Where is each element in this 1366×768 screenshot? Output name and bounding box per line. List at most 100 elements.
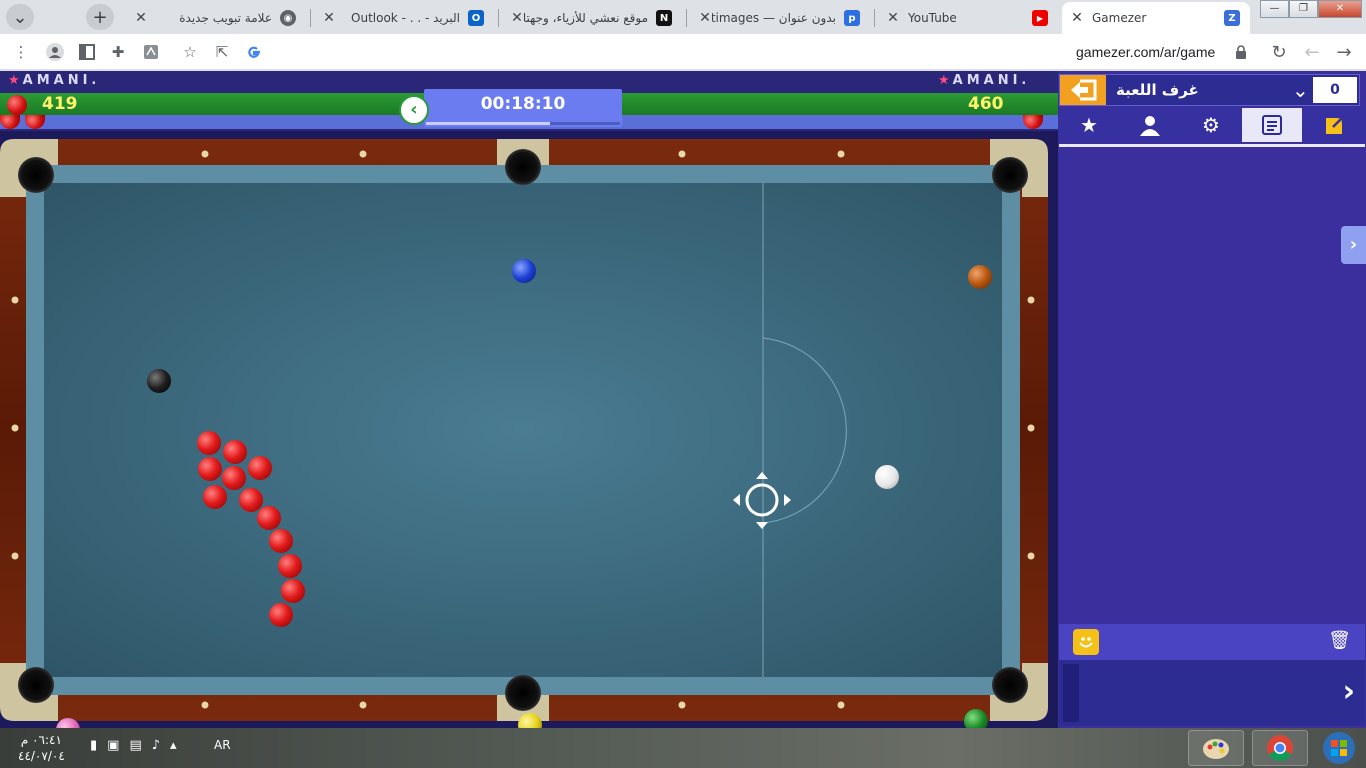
tab-n-site[interactable]: ✕ موقع نعشي للأزياء، وجهتك الأو N [502,2,682,34]
lock-icon[interactable] [1230,41,1252,63]
network-icon[interactable]: ▣ [107,738,119,753]
address-bar-url[interactable]: gamezer.com/ar/game [1076,44,1215,60]
player-left-score: 419 [42,94,78,114]
red-ball [203,485,227,509]
tab-search-button[interactable]: ⌄ [6,4,34,30]
forward-icon[interactable]: ← [1301,41,1323,63]
new-tab-button[interactable]: + [86,4,114,30]
new-tab-label: + [92,6,108,28]
player-right-name: ★ AMANI. [938,73,1030,88]
close-icon[interactable]: ✕ [134,10,148,26]
minimize-button[interactable]: — [1260,0,1289,18]
move-cursor-icon [732,471,792,531]
white-ball[interactable] [875,465,899,489]
start-button[interactable] [1318,728,1360,768]
tab-players[interactable] [1120,108,1180,142]
black-ball [147,369,171,393]
tab-chat[interactable] [1242,108,1302,142]
paint-app-button[interactable] [1188,730,1244,766]
player-right-score: 460 [968,94,1004,114]
close-icon[interactable]: ✕ [886,10,900,26]
pdf-extension-icon[interactable] [140,41,162,63]
volume-icon[interactable]: ♪ [152,738,160,753]
send-arrow-button[interactable]: › [1343,674,1355,709]
tab-new-tab[interactable]: ✕ علامة تبويب جديدة ◉ [126,2,306,34]
side-panel-icon[interactable] [76,41,98,63]
collapse-panel-button[interactable]: › [1341,226,1366,264]
google-icon[interactable] [243,41,265,63]
table-graphic [0,139,1048,721]
game-area: ★ AMANI. ★ AMANI. 419 460 00:18:10 ‹ [0,71,1058,742]
player-left-name-text: AMANI. [22,73,101,88]
tab-separator [874,9,875,27]
share-icon[interactable]: ⇱ [211,41,233,63]
tab-title: YouTube [908,11,957,25]
battery-icon[interactable]: ▤ [129,738,141,753]
emoji-button[interactable] [1073,629,1099,655]
outlook-favicon-icon: O [468,10,484,26]
side-panel-tabs: ★ ⚙ [1059,108,1366,142]
close-icon[interactable]: ✕ [322,10,336,26]
tab-separator [310,9,311,27]
timer-progress-fill [426,122,551,125]
close-icon[interactable]: ✕ [698,10,712,26]
tab-title: بدون عنوان — Postimages [712,11,836,25]
side-panel: غرف اللعبة ⌄ 0 ★ ⚙ › 🗑 › [1058,71,1366,728]
tab-title: علامة تبويب جديدة [179,11,272,25]
player-right-name-text: AMANI. [952,73,1031,88]
tab-gamezer[interactable]: ✕ Gamezer Z [1062,2,1250,34]
restore-button[interactable]: ❐ [1289,0,1318,18]
gamezer-favicon-icon: Z [1224,10,1240,26]
gear-icon: ⚙ [1202,113,1220,137]
back-icon[interactable]: → [1333,41,1355,63]
tab-postimages[interactable]: ✕ بدون عنوان — Postimages p [690,2,870,34]
system-clock[interactable]: ٠٦:٤١ م ٤٤/٠٧/٠٤ [18,732,65,764]
close-icon[interactable]: ✕ [510,10,524,26]
tab-outlook[interactable]: ✕ البريد - . . - Outlook O [314,2,494,34]
window-close-button[interactable]: ✕ [1318,0,1362,18]
tab-title: البريد - . . - Outlook [351,11,460,25]
red-ball [269,529,293,553]
exit-room-button[interactable] [1060,75,1106,105]
tab-favorites[interactable]: ★ [1059,108,1119,142]
n-favicon-icon: N [656,10,672,26]
smiley-icon [1079,637,1093,648]
chat-icon [1262,115,1282,135]
chat-input-area: › [1059,660,1365,726]
browser-toolbar: ⋮ ✚ ☆ ⇱ gamezer.com/ar/game ↻ ← → [0,34,1366,70]
clock-time: ٠٦:٤١ م [20,733,62,747]
star-icon: ★ [1080,113,1098,137]
red-ball [248,456,272,480]
language-indicator[interactable]: AR [214,738,231,752]
chevron-down-icon[interactable]: ⌄ [1292,78,1309,102]
tab-settings[interactable]: ⚙ [1181,108,1241,142]
chat-toolbar: 🗑 [1059,624,1365,660]
chrome-favicon-icon: ◉ [280,10,296,26]
close-icon[interactable]: ✕ [1070,10,1084,26]
red-ball [222,466,246,490]
tab-title: موقع نعشي للأزياء، وجهتك الأو [524,11,648,25]
chrome-app-button[interactable] [1252,730,1308,766]
bookmark-star-icon[interactable]: ☆ [179,41,201,63]
trash-icon[interactable]: 🗑 [1328,630,1351,651]
tab-popout[interactable] [1305,108,1365,142]
chat-input-field[interactable] [1063,664,1079,722]
signal-icon[interactable]: ▮ [90,738,97,753]
game-timer: 00:18:10 [424,89,622,127]
menu-icon[interactable]: ⋮ [10,41,32,63]
game-rooms-title: غرف اللعبة [1116,81,1199,99]
red-ball [278,554,302,578]
postimages-favicon-icon: p [844,10,860,26]
brown-ball [968,265,992,289]
back-arrow-button[interactable]: ‹ [399,95,429,125]
youtube-favicon-icon: ▶ [1032,10,1048,26]
star-icon: ★ [8,73,20,88]
tray-expand-icon[interactable]: ▴ [170,738,177,753]
tab-youtube[interactable]: ✕ YouTube ▶ [878,2,1058,34]
profile-icon[interactable] [44,41,66,63]
reload-icon[interactable]: ↻ [1268,41,1290,63]
user-icon [1140,116,1160,136]
extensions-icon[interactable]: ✚ [107,41,129,63]
score-bar: ★ AMANI. ★ AMANI. 419 460 00:18:10 ‹ [0,71,1058,131]
snooker-table[interactable] [0,139,1048,742]
